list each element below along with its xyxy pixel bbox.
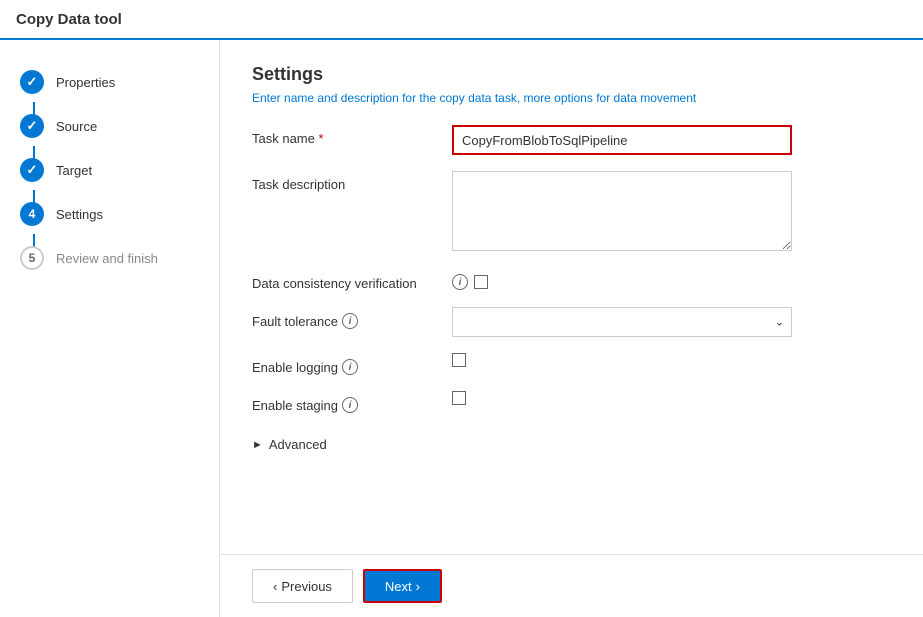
previous-button[interactable]: ‹ Previous: [252, 569, 353, 603]
footer: ‹ Previous Next ›: [220, 554, 923, 617]
enable-logging-label: Enable logging i: [252, 353, 452, 375]
step-circle-3: [20, 158, 44, 182]
sidebar-item-settings[interactable]: 4 Settings: [0, 192, 219, 236]
sidebar-item-properties[interactable]: Properties: [0, 60, 219, 104]
enable-staging-checkbox[interactable]: [452, 391, 466, 405]
advanced-row[interactable]: ► Advanced: [252, 437, 891, 452]
enable-logging-control: [452, 353, 891, 370]
sidebar: Properties Source Target 4 Settings 5 Re…: [0, 40, 220, 617]
step-label-1: Properties: [56, 75, 115, 90]
task-description-row: Task description: [252, 171, 891, 254]
data-consistency-label: Data consistency verification: [252, 270, 452, 291]
fault-tolerance-label: Fault tolerance i: [252, 307, 452, 329]
enable-staging-row: Enable staging i: [252, 391, 891, 413]
app-title: Copy Data tool: [16, 11, 122, 28]
fault-tolerance-select[interactable]: [452, 307, 792, 337]
app-header: Copy Data tool: [0, 0, 923, 40]
step-label-4: Settings: [56, 207, 103, 222]
task-description-label: Task description: [252, 171, 452, 192]
step-circle-4: 4: [20, 202, 44, 226]
sidebar-item-review[interactable]: 5 Review and finish: [0, 236, 219, 280]
step-label-2: Source: [56, 119, 97, 134]
enable-logging-info-icon[interactable]: i: [342, 359, 358, 375]
enable-staging-info-icon[interactable]: i: [342, 397, 358, 413]
step-circle-1: [20, 70, 44, 94]
task-description-input[interactable]: [452, 171, 792, 251]
data-consistency-checkbox[interactable]: [474, 275, 488, 289]
enable-logging-checkbox[interactable]: [452, 353, 466, 367]
sidebar-item-source[interactable]: Source: [0, 104, 219, 148]
task-name-control: [452, 125, 891, 155]
fault-tolerance-info-icon[interactable]: i: [342, 313, 358, 329]
data-consistency-row: Data consistency verification i: [252, 270, 891, 291]
step-label-5: Review and finish: [56, 251, 158, 266]
next-label: Next: [385, 579, 412, 594]
main-container: Properties Source Target 4 Settings 5 Re…: [0, 40, 923, 617]
data-consistency-info-icon[interactable]: i: [452, 274, 468, 290]
next-chevron-icon: ›: [416, 579, 420, 594]
step-circle-5: 5: [20, 246, 44, 270]
fault-tolerance-row: Fault tolerance i ⌄: [252, 307, 891, 337]
data-consistency-control: i: [452, 270, 891, 290]
task-name-row: Task name *: [252, 125, 891, 155]
sidebar-item-target[interactable]: Target: [0, 148, 219, 192]
required-marker: *: [319, 131, 324, 146]
step-label-3: Target: [56, 163, 92, 178]
task-name-label: Task name *: [252, 125, 452, 146]
data-consistency-checkbox-wrapper: i: [452, 274, 891, 290]
next-button[interactable]: Next ›: [363, 569, 442, 603]
enable-logging-row: Enable logging i: [252, 353, 891, 375]
task-name-input[interactable]: [452, 125, 792, 155]
enable-staging-label: Enable staging i: [252, 391, 452, 413]
advanced-label: Advanced: [269, 437, 327, 452]
fault-tolerance-select-wrapper: ⌄: [452, 307, 792, 337]
step-circle-2: [20, 114, 44, 138]
previous-chevron-icon: ‹: [273, 579, 277, 594]
section-subtitle: Enter name and description for the copy …: [252, 91, 891, 105]
task-description-control: [452, 171, 891, 254]
enable-staging-control: [452, 391, 891, 408]
content-area: Settings Enter name and description for …: [220, 40, 923, 617]
fault-tolerance-control: ⌄: [452, 307, 891, 337]
previous-label: Previous: [281, 579, 332, 594]
chevron-right-icon: ►: [252, 439, 263, 451]
section-title: Settings: [252, 64, 891, 85]
